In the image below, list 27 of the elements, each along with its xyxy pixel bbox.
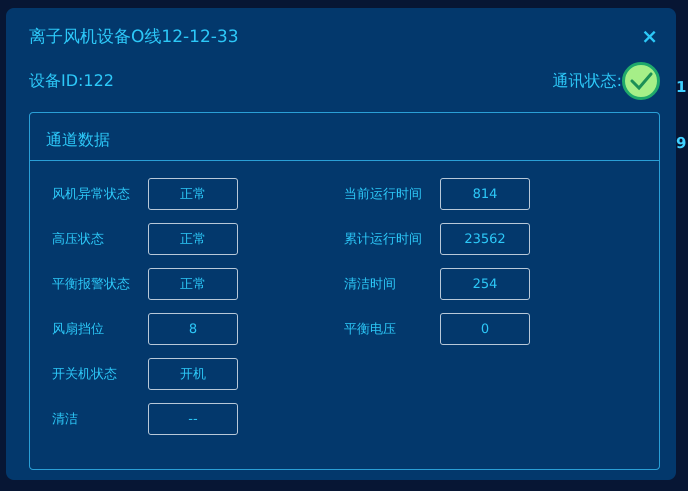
background-text: 9 <box>676 134 688 152</box>
value-box: 正常 <box>148 268 238 300</box>
field-label: 平衡电压 <box>344 321 397 338</box>
value-box: 开机 <box>148 358 238 390</box>
field-label: 清洁时间 <box>344 276 397 293</box>
field-label: 风机异常状态 <box>52 186 131 203</box>
status-label: 通讯状态: <box>552 70 622 92</box>
value-box: 0 <box>440 313 530 345</box>
field-label: 平衡报警状态 <box>52 276 131 293</box>
device-id: 设备ID:122 <box>29 70 114 92</box>
field-label: 高压状态 <box>52 231 105 248</box>
value-box: 8 <box>148 313 238 345</box>
field-label: 清洁 <box>52 411 79 428</box>
field-label: 当前运行时间 <box>344 186 423 203</box>
background-text: 1 <box>676 78 688 96</box>
field-label: 风扇挡位 <box>52 321 105 338</box>
value-box: -- <box>148 403 238 435</box>
field-label: 开关机状态 <box>52 366 118 383</box>
panel-title: 通道数据 <box>30 113 659 161</box>
value-box: 正常 <box>148 178 238 210</box>
dialog-title: 离子风机设备O线12-12-33 <box>29 26 239 48</box>
field-label: 累计运行时间 <box>344 231 423 248</box>
value-box: 254 <box>440 268 530 300</box>
value-box: 814 <box>440 178 530 210</box>
close-button[interactable]: × <box>639 24 660 48</box>
value-box: 23562 <box>440 223 530 255</box>
value-box: 正常 <box>148 223 238 255</box>
